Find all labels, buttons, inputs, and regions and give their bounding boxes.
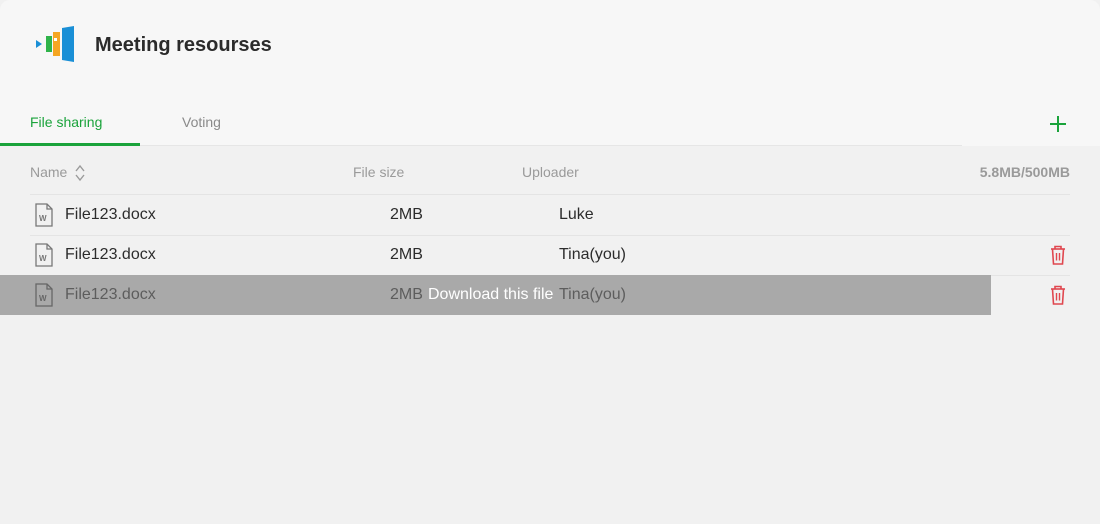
file-name: File123.docx xyxy=(65,286,156,303)
file-name: File123.docx xyxy=(65,246,156,263)
word-file-icon: W xyxy=(35,203,53,227)
file-size: 2MB xyxy=(390,286,423,303)
app-logo-icon xyxy=(36,26,74,62)
tab-divider xyxy=(140,145,962,146)
file-row[interactable]: W File123.docx 2MB Tina(you) xyxy=(0,235,1100,275)
svg-text:W: W xyxy=(39,214,47,223)
download-tooltip: Download this file xyxy=(428,286,554,303)
sort-icon[interactable] xyxy=(74,164,86,182)
delete-icon[interactable] xyxy=(1048,284,1068,306)
plus-icon[interactable] xyxy=(1046,112,1070,136)
column-header-uploader: Uploader xyxy=(522,164,579,180)
column-header-file-size: File size xyxy=(353,164,405,180)
storage-quota: 5.8MB/500MB xyxy=(979,164,1070,180)
page-title: Meeting resourses xyxy=(95,34,272,56)
column-header-name[interactable]: Name xyxy=(30,164,67,180)
file-size: 2MB xyxy=(390,246,423,263)
delete-icon[interactable] xyxy=(1048,244,1068,266)
file-row-hovered[interactable]: W File123.docx 2MB Tina(you) Download th… xyxy=(0,275,1100,315)
meeting-resources-panel: Meeting resourses File sharing Voting Na… xyxy=(0,0,1100,524)
tab-file-sharing[interactable]: File sharing xyxy=(30,114,102,130)
file-size: 2MB xyxy=(390,206,423,223)
word-file-icon: W xyxy=(35,243,53,267)
file-uploader: Tina(you) xyxy=(559,246,626,263)
active-tab-indicator xyxy=(0,143,140,146)
svg-text:W: W xyxy=(39,254,47,263)
file-name: File123.docx xyxy=(65,206,156,223)
svg-text:W: W xyxy=(39,294,47,303)
word-file-icon: W xyxy=(35,283,53,307)
file-row[interactable]: W File123.docx 2MB Luke xyxy=(0,195,1100,235)
file-uploader: Tina(you) xyxy=(559,286,626,303)
panel-header: Meeting resourses File sharing Voting xyxy=(0,0,1100,146)
file-uploader: Luke xyxy=(559,206,594,223)
tab-voting[interactable]: Voting xyxy=(182,114,221,130)
